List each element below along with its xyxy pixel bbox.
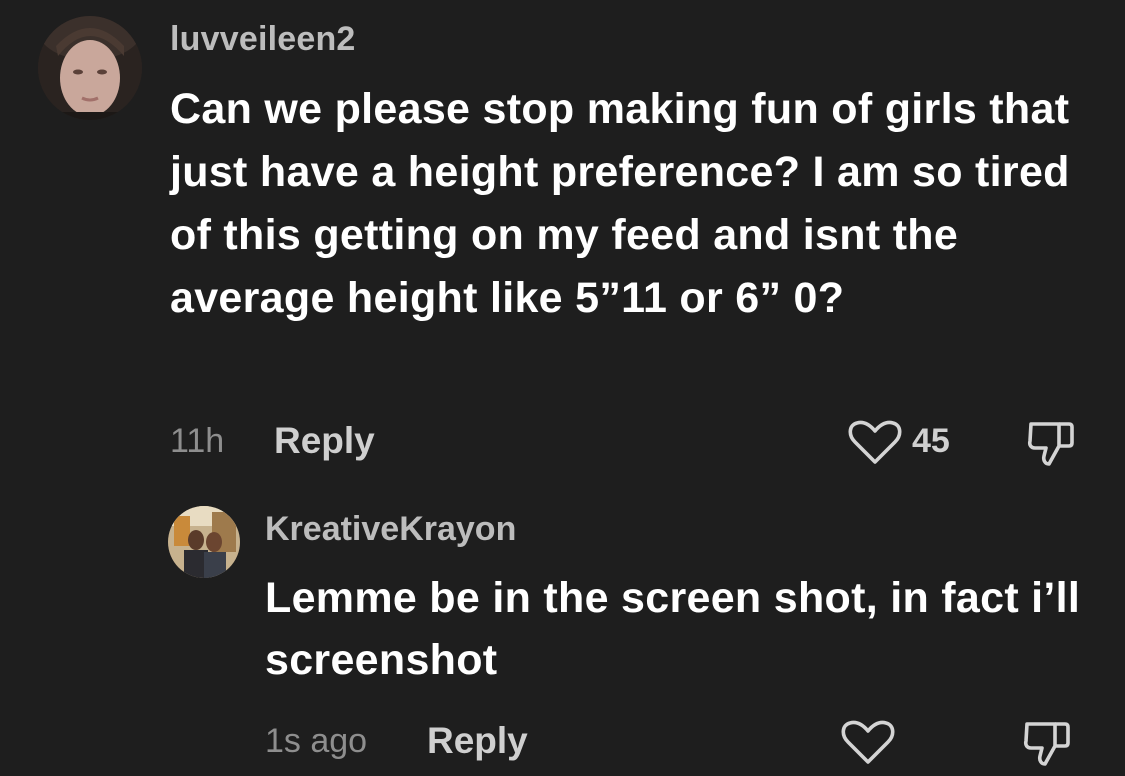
comment-text: Can we please stop making fun of girls t…	[170, 85, 1070, 322]
comment-text: Lemme be in the screen shot, in fact i’l…	[265, 574, 1081, 684]
reply-comment: KreativeKrayon Lemme be in the screen sh…	[0, 490, 1125, 776]
avatar-photo	[38, 16, 142, 120]
comment-actions: 11h Reply 45	[170, 418, 1090, 466]
heart-outline-icon[interactable]	[840, 720, 896, 766]
comment: luvveileen2 Can we please stop making fu…	[0, 0, 1125, 480]
thumbs-down-outline-icon[interactable]	[1025, 418, 1077, 468]
reply-button[interactable]: Reply	[427, 720, 528, 762]
avatar-photo	[168, 506, 240, 578]
comment-actions: 1s ago Reply	[265, 718, 1095, 766]
timestamp: 11h	[170, 422, 225, 460]
thumbs-down-outline-icon[interactable]	[1021, 718, 1073, 768]
avatar[interactable]	[168, 506, 240, 578]
heart-outline-icon[interactable]	[847, 420, 903, 466]
username[interactable]: luvveileen2	[170, 20, 356, 59]
timestamp: 1s ago	[265, 722, 368, 760]
username[interactable]: KreativeKrayon	[265, 510, 516, 549]
reply-button[interactable]: Reply	[274, 420, 375, 462]
avatar[interactable]	[38, 16, 142, 120]
like-count: 45	[912, 422, 950, 460]
